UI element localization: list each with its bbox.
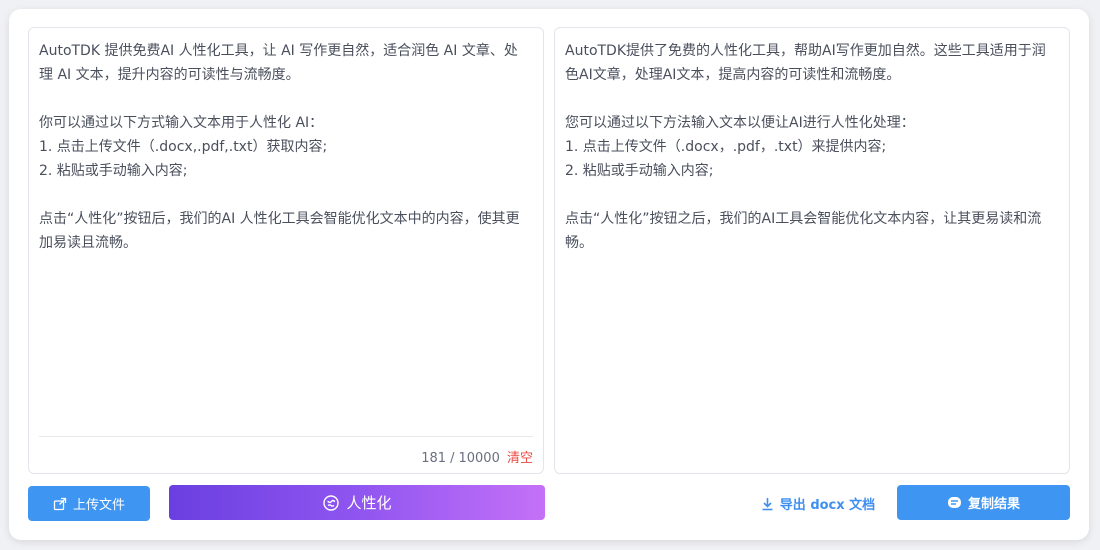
copy-result-label: 复制结果 bbox=[967, 497, 1020, 512]
input-text[interactable]: AutoTDK 提供免费AI 人性化工具，让 AI 写作更自然，适合润色 AI … bbox=[39, 39, 531, 255]
input-line: 点击“人性化”按钮后，我们的AI 人性化工具会智能优化文本中的内容，使其更加易读… bbox=[39, 211, 520, 251]
output-line: AutoTDK提供了免费的人性化工具，帮助AI写作更加自然。这些工具适用于润色A… bbox=[565, 43, 1046, 83]
char-counter: 181/10000 清空 bbox=[421, 447, 533, 466]
char-count-separator: / bbox=[450, 451, 455, 466]
output-line: 您可以通过以下方法输入文本以便让AI进行人性化处理： bbox=[565, 115, 915, 131]
clear-button[interactable]: 清空 bbox=[507, 451, 533, 466]
char-count: 181 bbox=[421, 451, 447, 466]
input-blank-line bbox=[39, 87, 531, 111]
copy-icon bbox=[947, 496, 962, 510]
input-textarea[interactable]: AutoTDK 提供免费AI 人性化工具，让 AI 写作更自然，适合润色 AI … bbox=[28, 27, 544, 474]
output-line: 点击“人性化”按钮之后，我们的AI工具会智能优化文本内容，让其更易读和流畅。 bbox=[565, 211, 1042, 251]
upload-file-icon bbox=[53, 497, 67, 511]
copy-result-button[interactable]: 复制结果 bbox=[897, 485, 1070, 520]
export-docx-label: 导出 docx 文档 bbox=[779, 498, 876, 513]
brain-icon bbox=[322, 494, 340, 512]
upload-file-label: 上传文件 bbox=[72, 498, 125, 513]
output-blank-line bbox=[565, 183, 1057, 207]
output-line: 1. 点击上传文件（.docx，.pdf，.txt）来提供内容; bbox=[565, 139, 887, 155]
input-divider bbox=[39, 436, 533, 437]
humanizer-card: AutoTDK 提供免费AI 人性化工具，让 AI 写作更自然，适合润色 AI … bbox=[9, 9, 1089, 540]
char-limit: 10000 bbox=[458, 451, 500, 466]
output-line: 2. 粘贴或手动输入内容; bbox=[565, 163, 714, 179]
output-panel: AutoTDK提供了免费的人性化工具，帮助AI写作更加自然。这些工具适用于润色A… bbox=[554, 27, 1070, 474]
export-docx-button[interactable]: 导出 docx 文档 bbox=[753, 486, 883, 521]
input-line: 你可以通过以下方式输入文本用于人性化 AI： bbox=[39, 115, 324, 131]
output-text: AutoTDK提供了免费的人性化工具，帮助AI写作更加自然。这些工具适用于润色A… bbox=[565, 39, 1057, 255]
humanize-button[interactable]: 人性化 bbox=[169, 485, 545, 520]
upload-file-button[interactable]: 上传文件 bbox=[28, 486, 150, 521]
humanize-label: 人性化 bbox=[346, 494, 392, 512]
input-line: AutoTDK 提供免费AI 人性化工具，让 AI 写作更自然，适合润色 AI … bbox=[39, 43, 518, 83]
input-blank-line bbox=[39, 183, 531, 207]
input-line: 1. 点击上传文件（.docx,.pdf,.txt）获取内容; bbox=[39, 139, 328, 155]
download-icon bbox=[761, 497, 774, 511]
input-line: 2. 粘贴或手动输入内容; bbox=[39, 163, 188, 179]
output-blank-line bbox=[565, 87, 1057, 111]
